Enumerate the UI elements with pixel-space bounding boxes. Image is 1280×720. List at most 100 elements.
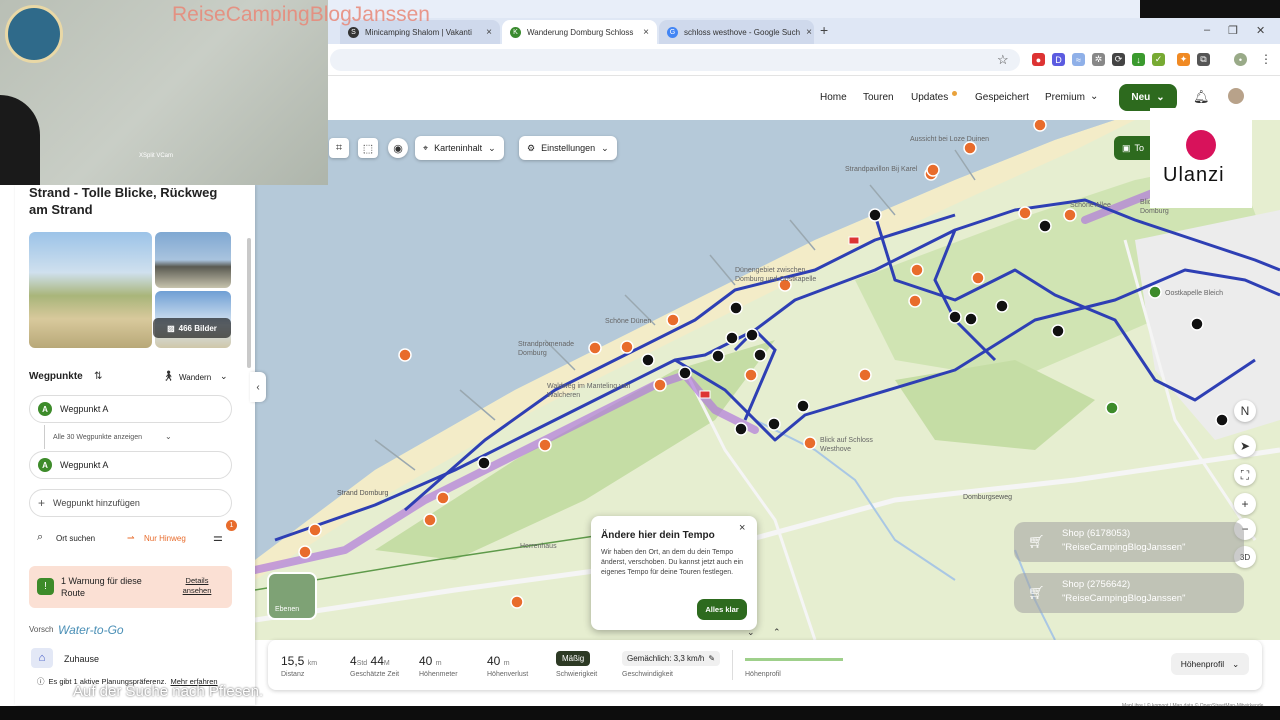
tab-wanderung[interactable]: K Wanderung Domburg Schloss × bbox=[502, 20, 657, 44]
one-way-icon: ⇀ bbox=[127, 533, 135, 543]
menu-kebab-icon[interactable]: ⋮ bbox=[1260, 52, 1272, 66]
nav-updates[interactable]: Updates bbox=[911, 92, 948, 103]
speed-value: Gemächlich: 3,3 km/h bbox=[627, 654, 705, 663]
waypoint-start[interactable]: A Wegpunkt A bbox=[29, 395, 232, 423]
settings-dropdown[interactable]: ⚙ Einstellungen ⌄ bbox=[519, 136, 617, 160]
chevron-down-icon[interactable]: ⌄ bbox=[747, 627, 755, 638]
close-icon[interactable]: × bbox=[739, 522, 745, 534]
new-button-label: Neu bbox=[1131, 92, 1151, 103]
speed-selector[interactable]: Gemächlich: 3,3 km/h ✎ bbox=[622, 651, 721, 666]
map-label: Strand Domburg bbox=[337, 490, 389, 497]
tab-favicon-icon: G bbox=[667, 26, 678, 38]
settings-label: Einstellungen bbox=[541, 143, 596, 153]
zoom-in-button[interactable]: + bbox=[1234, 493, 1256, 515]
extension-icon[interactable]: ⟳ bbox=[1112, 53, 1125, 66]
home-suggestion[interactable]: Zuhause bbox=[64, 654, 99, 664]
eye-icon[interactable]: ◉ bbox=[388, 138, 408, 158]
chevron-double-down-icon[interactable]: ⌄ bbox=[165, 432, 172, 441]
shop-title: Shop (2756642) bbox=[1062, 579, 1131, 590]
collapse-sidebar-button[interactable]: ‹ bbox=[250, 372, 266, 402]
warning-details-link[interactable]: Details ansehen bbox=[177, 576, 217, 596]
popup-confirm-button[interactable]: Alles klar bbox=[697, 599, 747, 620]
chevron-down-icon: ⌄ bbox=[1232, 658, 1240, 669]
close-icon[interactable]: × bbox=[806, 27, 812, 38]
close-icon[interactable]: × bbox=[486, 27, 492, 38]
downhill-value: 40 m bbox=[487, 654, 510, 668]
select-area-icon[interactable]: ⬚ bbox=[358, 138, 378, 158]
map-label: Dünengebiet zwischen Domburg und Oostkap… bbox=[735, 267, 817, 283]
new-button[interactable]: Neu ⌄ bbox=[1119, 84, 1177, 111]
sort-icon[interactable]: ⇅ bbox=[94, 371, 102, 382]
add-waypoint-button[interactable]: + Wegpunkt hinzufügen bbox=[29, 489, 232, 517]
chevron-down-icon[interactable]: ⌄ bbox=[220, 371, 228, 382]
tab-google[interactable]: G schloss westhove - Google Such × bbox=[659, 20, 814, 44]
photos-count-button[interactable]: ▨ 466 Bilder bbox=[153, 318, 231, 338]
nav-gespeichert[interactable]: Gespeichert bbox=[975, 92, 1029, 103]
waypoints-heading: Wegpunkte bbox=[29, 371, 83, 382]
nav-touren[interactable]: Touren bbox=[863, 92, 894, 103]
tour-button-label: To bbox=[1134, 143, 1145, 153]
ulanzi-logo-box: Ulanzi bbox=[1150, 108, 1252, 208]
map-label: Oostkapelle Bleich bbox=[1165, 290, 1223, 297]
map-canvas[interactable]: Aussicht bei Loze Duinen Strandpavillon … bbox=[255, 120, 1280, 640]
chevron-down-icon[interactable]: ⌄ bbox=[1090, 91, 1098, 102]
uphill-unit: m bbox=[435, 660, 442, 667]
tab-favicon-icon: K bbox=[510, 26, 521, 38]
bookmark-star-icon[interactable]: ☆ bbox=[997, 52, 1009, 68]
waypoint-a-icon: A bbox=[38, 458, 52, 472]
fullscreen-icon[interactable]: ⛶ bbox=[1234, 464, 1256, 486]
address-input[interactable] bbox=[330, 49, 1020, 71]
tour-button[interactable]: ▣ To bbox=[1114, 136, 1154, 160]
top-dark-band bbox=[1140, 0, 1280, 18]
extension-icon[interactable]: ✦ bbox=[1177, 53, 1190, 66]
waypoint-end[interactable]: A Wegpunkt A bbox=[29, 451, 232, 479]
suggestions-label: Vorsch bbox=[29, 625, 54, 634]
locate-icon[interactable]: ➤ bbox=[1234, 435, 1256, 457]
extension-icon[interactable]: ≈ bbox=[1072, 53, 1085, 66]
maximize-icon[interactable]: ❐ bbox=[1228, 24, 1238, 37]
home-icon: ⌂ bbox=[31, 648, 53, 668]
nav-home[interactable]: Home bbox=[820, 92, 847, 103]
bell-icon[interactable]: 🔔︎ bbox=[1193, 89, 1210, 105]
show-all-waypoints[interactable]: Alle 30 Wegpunkte anzeigen bbox=[53, 434, 142, 441]
minimize-icon[interactable]: – bbox=[1204, 24, 1210, 36]
crop-icon[interactable]: ⌗ bbox=[329, 138, 349, 158]
add-waypoint-label: Wegpunkt hinzufügen bbox=[53, 498, 140, 508]
time-value: 4Std 44M bbox=[350, 654, 390, 668]
layers-button[interactable]: Ebenen bbox=[267, 572, 317, 620]
search-place-button[interactable]: Ort suchen bbox=[56, 534, 95, 543]
sidebar-scrollbar[interactable] bbox=[247, 238, 251, 368]
extensions-puzzle-icon[interactable]: ⧉ bbox=[1197, 53, 1210, 66]
extension-icon[interactable]: ↓ bbox=[1132, 53, 1145, 66]
elevation-profile-button[interactable]: Höhenprofil ⌄ bbox=[1171, 653, 1249, 675]
extension-icon[interactable]: ✓ bbox=[1152, 53, 1165, 66]
extension-icon[interactable]: ✲ bbox=[1092, 53, 1105, 66]
map-label: Herrenhaus bbox=[520, 543, 557, 550]
gear-icon: ⚙ bbox=[527, 142, 536, 153]
tab-favicon-icon: S bbox=[348, 26, 359, 38]
close-icon[interactable]: × bbox=[643, 27, 649, 38]
sport-mode[interactable]: Wandern bbox=[179, 373, 211, 382]
nav-premium[interactable]: Premium bbox=[1045, 92, 1085, 103]
chevron-up-icon[interactable]: ⌃ bbox=[773, 627, 781, 638]
ulanzi-logo-text: Ulanzi bbox=[1163, 164, 1225, 186]
cart-icon: 🛒︎ bbox=[1028, 585, 1045, 600]
waypoint-label: Wegpunkt A bbox=[60, 460, 109, 470]
tab-title: Wanderung Domburg Schloss bbox=[527, 27, 634, 37]
compass-north-button[interactable]: N bbox=[1234, 400, 1256, 422]
map-content-dropdown[interactable]: ⌖ Karteninhalt ⌄ bbox=[415, 136, 504, 160]
extension-icon[interactable]: D bbox=[1052, 53, 1065, 66]
chevron-down-icon: ⌄ bbox=[1156, 92, 1165, 103]
map-label: Domburgseweg bbox=[963, 494, 1013, 501]
map-label: Strandpavillon Bij Karel bbox=[845, 166, 918, 173]
only-hint-toggle[interactable]: Nur Hinweg bbox=[144, 534, 186, 543]
close-window-icon[interactable]: ✕ bbox=[1256, 24, 1265, 37]
route-photo-main[interactable] bbox=[29, 232, 152, 348]
avatar[interactable] bbox=[1228, 88, 1244, 104]
filter-icon[interactable]: ⚌ bbox=[213, 531, 223, 544]
extension-icon[interactable]: ● bbox=[1032, 53, 1045, 66]
profile-avatar-icon[interactable]: • bbox=[1234, 53, 1247, 66]
route-photo[interactable] bbox=[155, 232, 231, 288]
new-tab-button[interactable]: + bbox=[820, 22, 828, 38]
waypoint-connector bbox=[44, 425, 45, 449]
